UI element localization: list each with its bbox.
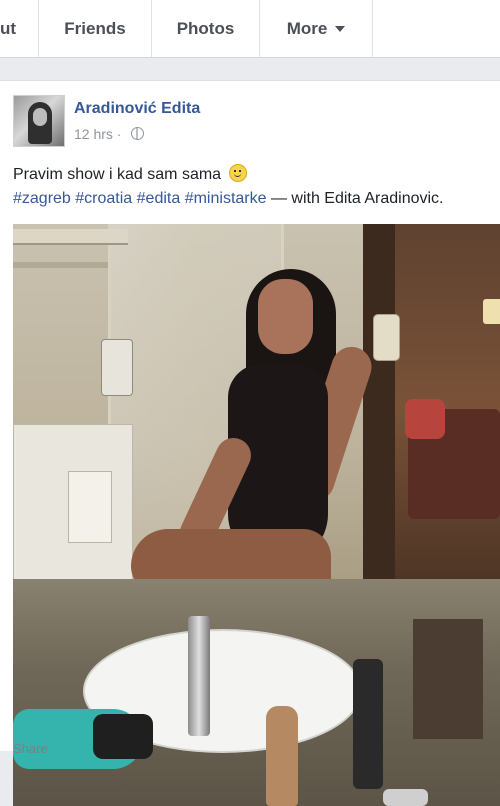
globe-icon [131,127,145,140]
post-card: Aradinović Edita 12 hrs · Pravim show i … [0,80,500,806]
faucet [188,616,210,736]
hair-dryer-nozzle [93,714,153,759]
tab-more-label: More [286,19,328,38]
shower-head [101,339,133,396]
jar [383,789,428,806]
share-link[interactable]: Share [13,741,48,756]
post-timestamp[interactable]: 12 hrs · [74,126,125,142]
chevron-down-icon [335,25,346,32]
hashtag-croatia[interactable]: #croatia [75,190,132,207]
tab-more[interactable]: More [260,0,373,57]
lamp [483,299,500,324]
door-frame [363,224,395,594]
towel-rack [13,229,128,245]
smiley-icon [228,164,247,182]
avatar[interactable] [13,95,65,147]
dark-bottle [353,659,383,789]
hashtag-ministarke[interactable]: #ministarke [185,190,267,207]
person-head [258,279,313,354]
towel-rack-bar [13,262,108,268]
tab-about[interactable]: ut [0,0,39,57]
flush-plate [68,471,112,543]
profile-tab-bar: ut Friends Photos More [0,0,500,58]
hashtag-zagreb[interactable]: #zagreb [13,190,71,207]
makeup-kit [413,619,483,739]
tab-photos[interactable]: Photos [152,0,260,57]
post-photo[interactable] [13,224,500,806]
post-meta: 12 hrs · [74,126,145,142]
post-tags-line: #zagreb #croatia #edita #ministarke — wi… [13,190,443,208]
tab-friends[interactable]: Friends [39,0,152,57]
post-text-body: Pravim show i kad sam sama [13,166,222,183]
phone [373,314,400,361]
post-author[interactable]: Aradinović Edita [74,100,200,118]
post-text: Pravim show i kad sam sama [13,164,247,184]
hashtag-edita[interactable]: #edita [137,190,181,207]
foundation-bottle [266,706,298,806]
red-cloth [405,399,445,439]
with-text: — with Edita Aradinovic. [266,190,444,207]
separator [0,58,500,80]
